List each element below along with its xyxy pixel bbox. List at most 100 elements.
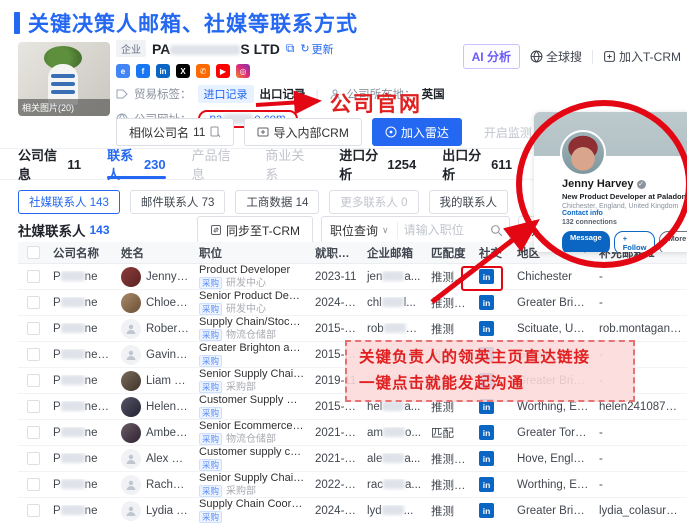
tab-联系人[interactable]: 联系人 230 xyxy=(107,149,166,179)
join-tcrm-button[interactable]: 加入T-CRM xyxy=(603,48,681,65)
table-row[interactable]: PneRobert Monta...Supply Chain/Stock Con… xyxy=(18,316,687,342)
linkedin-icon[interactable]: in xyxy=(479,269,494,284)
table-row[interactable]: PneChloe JonesSenior Product Developer采购… xyxy=(18,290,687,316)
export-record-chip[interactable]: 出口记录 xyxy=(260,86,306,102)
role-tag: 采购 xyxy=(199,459,222,471)
linkedin-icon[interactable]: in xyxy=(479,477,494,492)
avatar xyxy=(121,475,141,495)
chip-我的联系人[interactable]: 我的联系人 xyxy=(429,190,509,214)
cell-match: 推测 xyxy=(426,503,474,519)
avatar xyxy=(121,267,141,287)
tab-产品信息[interactable]: 产品信息 xyxy=(192,149,240,179)
row-checkbox[interactable] xyxy=(27,322,40,335)
avatar xyxy=(121,345,141,365)
cell-extra-email: helen241087@msn... xyxy=(594,401,687,413)
row-checkbox[interactable] xyxy=(27,348,40,361)
enterprise-tag: 企业 xyxy=(116,40,146,57)
cell-title: Greater Brighton and Hove Area采购 xyxy=(194,342,310,367)
youtube-icon[interactable]: ▶ xyxy=(216,64,230,78)
table-row[interactable]: PneRachael KellySenior Supply Chain Coor… xyxy=(18,472,687,498)
document-icon xyxy=(209,126,221,138)
cell-date: 2022-01 xyxy=(310,479,362,491)
cell-region: Chichester xyxy=(512,271,594,283)
company-photo[interactable]: 相关图片(20) xyxy=(18,42,110,116)
tab-商业关系[interactable]: 商业关系 xyxy=(265,149,313,179)
tab-进口分析[interactable]: 进口分析 1254 xyxy=(339,149,416,179)
count: 143 xyxy=(90,197,109,209)
linkedin-icon[interactable]: in xyxy=(479,425,494,440)
count: 611 xyxy=(491,157,512,172)
profile-button-follow[interactable]: + Follow xyxy=(614,231,656,252)
chip-工商数据[interactable]: 工商数据 14 xyxy=(235,190,319,214)
profile-button-more[interactable]: More xyxy=(659,231,687,252)
table-row[interactable]: PneAmber WhittySenior Ecommerce & Supply… xyxy=(18,420,687,446)
row-checkbox[interactable] xyxy=(27,478,40,491)
tab-公司信息[interactable]: 公司信息 11 xyxy=(18,149,81,179)
cell-social: in xyxy=(474,295,512,310)
import-crm-button[interactable]: 导入内部CRM xyxy=(244,118,361,146)
global-search-button[interactable]: 全球搜 xyxy=(530,48,582,65)
job-search-input[interactable] xyxy=(398,223,484,237)
divider: | xyxy=(316,87,319,101)
chip-更多联系人[interactable]: 更多联系人 0 xyxy=(329,190,418,214)
refresh-button[interactable]: ↻更新 xyxy=(300,41,333,57)
ai-analysis-button[interactable]: AI 分析 xyxy=(463,44,520,69)
row-checkbox[interactable] xyxy=(27,426,40,439)
facebook-icon[interactable]: f xyxy=(136,64,150,78)
globe-icon xyxy=(530,50,543,63)
role-tag: 采购 xyxy=(199,355,222,367)
cell-region: Greater Brighton a... xyxy=(512,505,594,517)
cell-title: Product Developer采购研发中心 xyxy=(194,264,310,289)
select-all-checkbox[interactable] xyxy=(27,246,40,259)
contact-info-link[interactable]: Contact info xyxy=(562,210,603,217)
linkedin-icon[interactable]: in xyxy=(479,321,494,336)
linkedin-icon[interactable]: in xyxy=(479,451,494,466)
linkedin-icon[interactable]: in xyxy=(156,64,170,78)
column-header-6: 匹配度 xyxy=(426,245,474,261)
role-tag: 采购 xyxy=(199,329,222,341)
search-icon[interactable] xyxy=(490,224,503,237)
instagram-icon[interactable]: ◎ xyxy=(236,64,250,78)
chip-社媒联系人[interactable]: 社媒联系人 143 xyxy=(18,190,120,214)
row-checkbox[interactable] xyxy=(27,452,40,465)
cell-date: 2021-01 xyxy=(310,453,362,465)
cell-company: Pne Produc... xyxy=(48,349,116,361)
website-icon[interactable]: e xyxy=(116,64,130,78)
related-images-caption[interactable]: 相关图片(20) xyxy=(18,99,110,116)
x-icon[interactable]: X xyxy=(176,64,190,78)
table-row[interactable]: PneJenny HarveyProduct Developer采购研发中心20… xyxy=(18,264,687,290)
cell-title: Senior Ecommerce & Supply Cha...采购物流仓储部 xyxy=(194,420,310,445)
cell-email: jena... xyxy=(362,271,426,283)
row-checkbox[interactable] xyxy=(27,374,40,387)
job-query-dropdown[interactable]: 职位查询∨ xyxy=(322,222,398,239)
similar-companies-button[interactable]: 相似公司名 11 xyxy=(116,118,234,146)
cell-name: Liam Gent xyxy=(116,371,194,391)
row-checkbox[interactable] xyxy=(27,504,40,517)
cell-email: alea... xyxy=(362,453,426,465)
cell-email: amo... xyxy=(362,427,426,439)
column-header-3: 职位 xyxy=(194,245,310,261)
row-checkbox[interactable] xyxy=(27,296,40,309)
cell-extra-email: - xyxy=(594,297,687,309)
row-checkbox[interactable] xyxy=(27,400,40,413)
profile-button-message[interactable]: Message xyxy=(562,231,610,252)
import-record-chip[interactable]: 进口记录 xyxy=(198,85,254,103)
tab-出口分析[interactable]: 出口分析 611 xyxy=(442,149,512,179)
copy-icon[interactable]: ⧉ xyxy=(286,41,295,56)
cell-company: Pne xyxy=(48,505,116,517)
sync-tcrm-button[interactable]: 同步至T-CRM xyxy=(197,216,313,244)
cell-date: 2023-11 xyxy=(310,271,362,283)
similar-count: 11 xyxy=(193,125,205,139)
sync-icon xyxy=(210,224,222,236)
linkedin-icon[interactable]: in xyxy=(479,295,494,310)
cell-social: in xyxy=(474,477,512,492)
table-row[interactable]: PneLydia ColasurdoSupply Chain Coordinat… xyxy=(18,498,687,523)
linkedin-icon[interactable]: in xyxy=(479,503,494,518)
cell-title: Supply Chain/Stock Control采购物流仓储部 xyxy=(194,316,310,341)
add-radar-button[interactable]: 加入雷达 xyxy=(372,118,462,146)
profile-headline: New Product Developer at Paladone xyxy=(562,192,687,201)
row-checkbox[interactable] xyxy=(27,270,40,283)
phone-icon[interactable]: ✆ xyxy=(196,64,210,78)
chip-邮件联系人[interactable]: 邮件联系人 73 xyxy=(130,190,226,214)
table-row[interactable]: PneAlex StylesCustomer supply chain coor… xyxy=(18,446,687,472)
